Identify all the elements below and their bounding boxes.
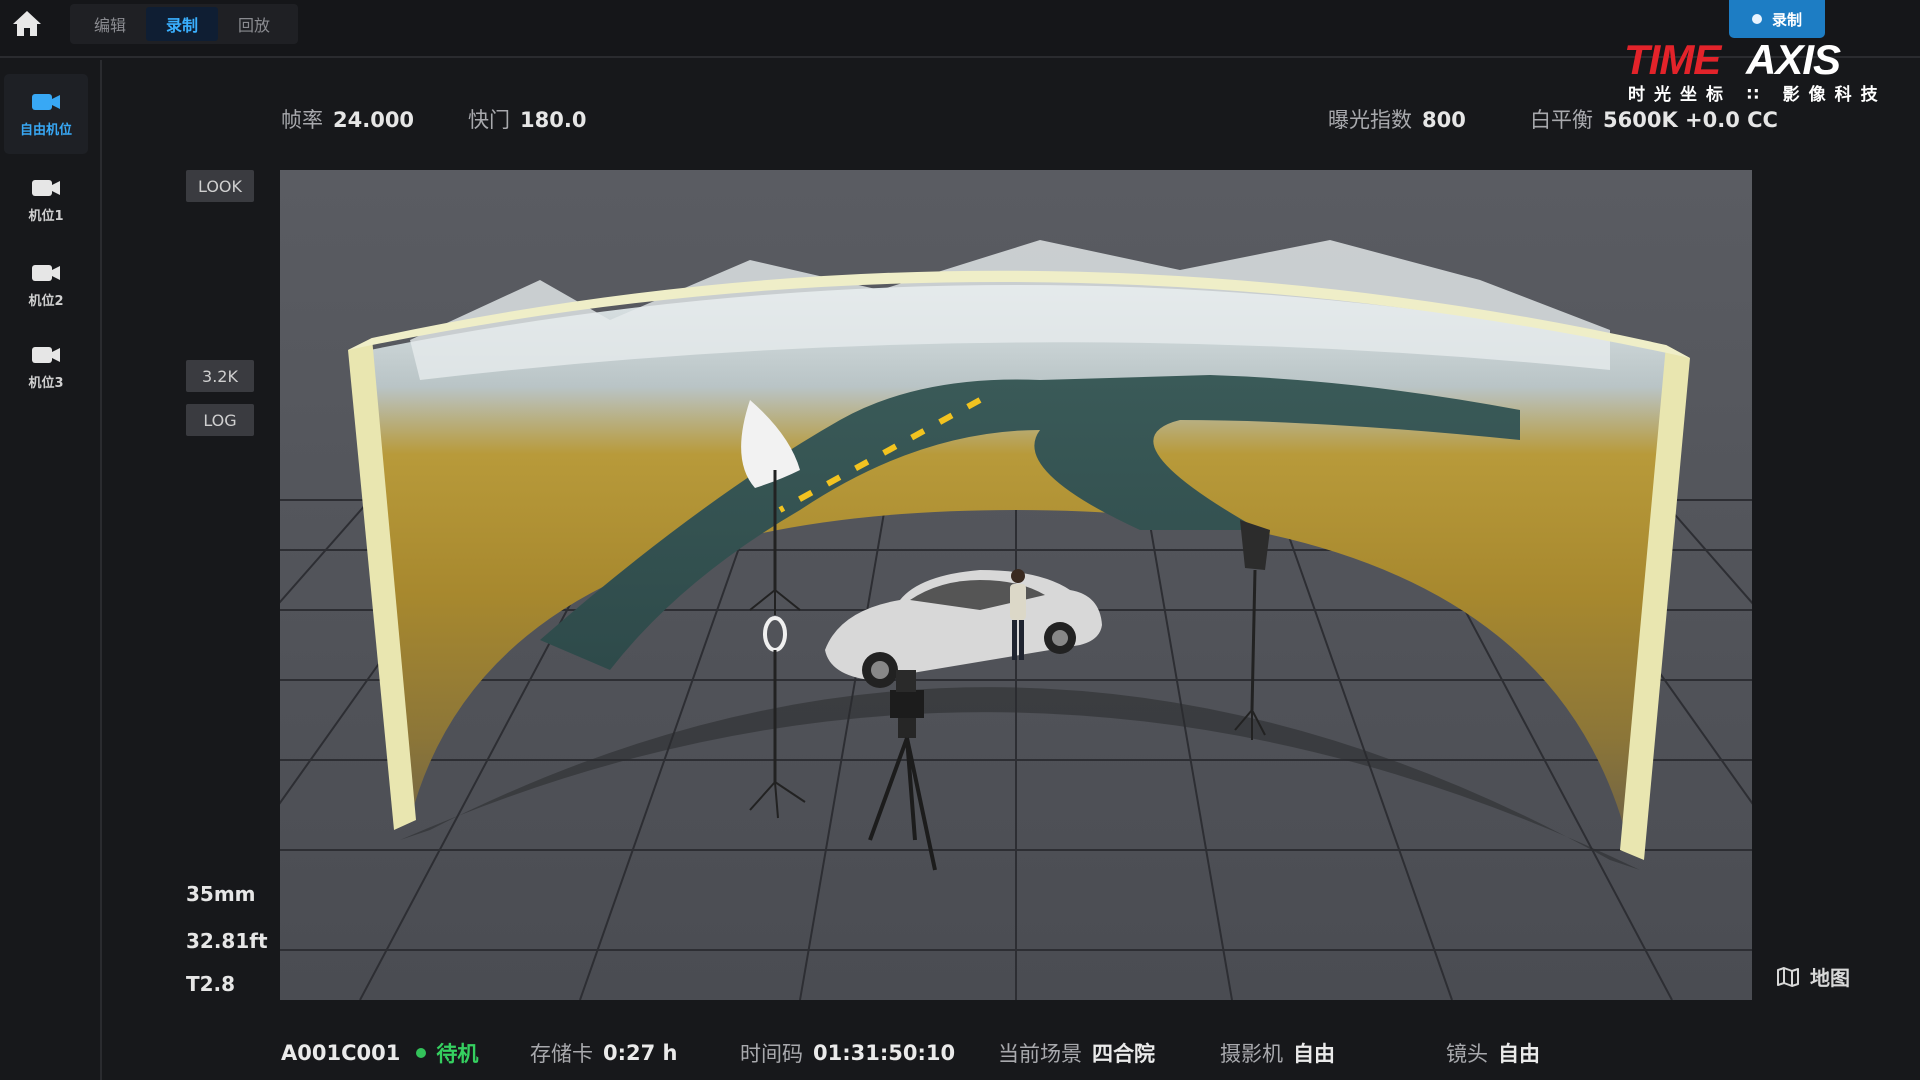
lens-readout: 镜头 自由 xyxy=(1446,1038,1540,1068)
framerate-label: 帧率 xyxy=(281,108,323,132)
white-balance-value: 5600K +0.0 CC xyxy=(1603,108,1778,132)
camera-label: 摄影机 xyxy=(1220,1042,1283,1066)
aperture: T2.8 xyxy=(186,972,236,996)
log-button[interactable]: LOG xyxy=(186,404,254,436)
sidebar-item-free-camera[interactable]: 自由机位 xyxy=(4,74,88,154)
lens-label: 镜头 xyxy=(1446,1042,1488,1066)
map-button[interactable]: 地图 xyxy=(1776,962,1850,991)
scene-value: 四合院 xyxy=(1092,1042,1155,1066)
storage-value: 0:27 h xyxy=(603,1041,678,1065)
storage-label: 存储卡 xyxy=(530,1042,593,1066)
exposure-index-value: 800 xyxy=(1422,108,1466,132)
status-dot-icon xyxy=(416,1048,427,1058)
camera-icon xyxy=(32,179,60,196)
storage-readout: 存储卡 0:27 h xyxy=(530,1038,678,1068)
camera-value: 自由 xyxy=(1293,1042,1335,1066)
focus-distance: 32.81ft xyxy=(186,929,268,953)
sidebar-item-label: 机位2 xyxy=(28,293,64,309)
home-icon[interactable] xyxy=(10,6,44,40)
camera-icon xyxy=(32,346,60,363)
map-icon xyxy=(1777,966,1799,987)
record-button-label: 录制 xyxy=(1771,10,1802,29)
tab-record[interactable]: 录制 xyxy=(146,7,218,41)
sidebar-item-camera-3[interactable]: 机位3 xyxy=(4,327,88,407)
shutter-readout: 快门 180.0 xyxy=(468,104,586,134)
logo-chinese-text: 时光坐标 ∷ 影像科技 xyxy=(1628,85,1887,105)
svg-text:AXIS: AXIS xyxy=(1745,40,1841,80)
timecode-readout: 时间码 01:31:50:10 xyxy=(740,1038,955,1068)
mode-tabs: 编辑 录制 回放 xyxy=(70,4,298,44)
framerate-readout: 帧率 24.000 xyxy=(281,104,414,134)
scene-label: 当前场景 xyxy=(998,1042,1082,1066)
sidebar-item-camera-1[interactable]: 机位1 xyxy=(4,160,88,240)
resolution-button[interactable]: 3.2K xyxy=(186,360,254,392)
tab-playback[interactable]: 回放 xyxy=(218,7,290,41)
clip-name: A001C001 xyxy=(281,1041,401,1065)
scene-readout: 当前场景 四合院 xyxy=(998,1038,1155,1068)
svg-text:TIME: TIME xyxy=(1624,40,1723,80)
clip-status: A001C001 待机 xyxy=(281,1038,478,1068)
sidebar-item-camera-2[interactable]: 机位2 xyxy=(4,245,88,325)
sidebar-item-label: 机位3 xyxy=(28,375,64,391)
lens-value: 自由 xyxy=(1498,1042,1540,1066)
sidebar-item-label: 自由机位 xyxy=(19,122,72,138)
camera-readout: 摄影机 自由 xyxy=(1220,1038,1335,1068)
camera-sidebar: 自由机位 机位1 机位2 机位3 xyxy=(0,60,102,1080)
exposure-index-readout: 曝光指数 800 xyxy=(1328,104,1466,134)
3d-viewport[interactable] xyxy=(280,170,1752,1000)
look-button[interactable]: LOOK xyxy=(186,170,254,202)
shutter-label: 快门 xyxy=(468,108,510,132)
camera-icon xyxy=(32,264,60,281)
white-balance-label: 白平衡 xyxy=(1530,108,1593,132)
framerate-value: 24.000 xyxy=(333,108,415,132)
map-button-label: 地图 xyxy=(1810,966,1850,990)
exposure-index-label: 曝光指数 xyxy=(1328,108,1412,132)
focal-length: 35mm xyxy=(186,882,256,906)
tab-edit[interactable]: 编辑 xyxy=(74,7,146,41)
timecode-value: 01:31:50:10 xyxy=(813,1041,956,1065)
sidebar-item-label: 机位1 xyxy=(28,208,64,224)
camera-icon xyxy=(32,93,60,110)
record-dot-icon xyxy=(1751,14,1762,24)
record-button[interactable]: 录制 xyxy=(1729,0,1825,38)
shutter-value: 180.0 xyxy=(520,108,587,132)
white-balance-readout: 白平衡 5600K +0.0 CC xyxy=(1530,104,1778,134)
timecode-label: 时间码 xyxy=(740,1042,803,1066)
record-state: 待机 xyxy=(436,1042,479,1066)
